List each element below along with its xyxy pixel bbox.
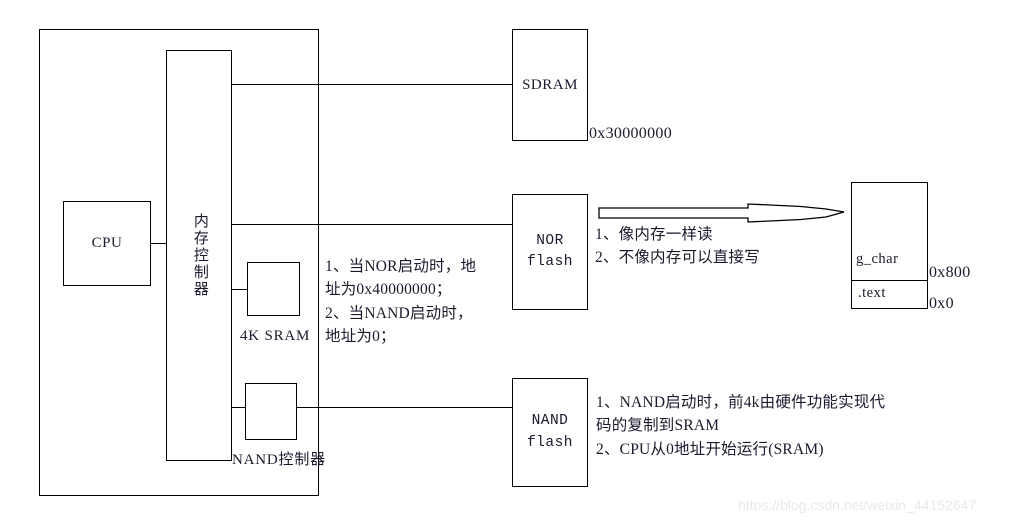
nand-flash-note-line3: 2、CPU从0地址开始运行(SRAM)	[596, 440, 824, 458]
wire-memctrl-to-sdram	[231, 84, 513, 86]
boot-address-note-line3: 2、当NAND启动时，	[325, 304, 473, 322]
wire-memctrl-to-nandctrl	[231, 407, 246, 409]
sram-box[interactable]	[247, 262, 300, 316]
nand-controller-box[interactable]	[245, 383, 297, 440]
watermark: https://blog.csdn.net/weixin_44152647	[738, 497, 977, 513]
nand-controller-label: NAND控制器	[232, 452, 326, 468]
sdram-box[interactable]: SDRAM	[512, 29, 588, 141]
boot-address-note-line1: 1、当NOR启动时，地	[325, 258, 477, 275]
memory-controller-box[interactable]: 内存控制器	[166, 50, 232, 461]
nor-flash-label: NOR flash	[527, 231, 573, 273]
nand-flash-line1: NAND	[531, 413, 569, 430]
nand-flash-line2: flash	[526, 434, 573, 451]
wire-nandctrl-to-nand-flash	[296, 407, 513, 409]
text-section-label: .text	[858, 285, 886, 301]
boot-address-note-line4: 地址为0；	[325, 327, 396, 345]
nand-flash-box[interactable]: NAND flash	[512, 378, 588, 487]
cpu-label: CPU	[91, 235, 123, 252]
gchar-bottom-address: 0x0	[929, 295, 954, 312]
nor-flash-line1: NOR	[536, 232, 564, 249]
gchar-label: g_char	[856, 251, 899, 267]
boot-address-note-line2: 址为0x40000000；	[325, 281, 452, 299]
wire-memctrl-to-sram	[231, 289, 248, 291]
wire-memctrl-to-nor	[231, 224, 513, 226]
gchar-top-address: 0x800	[929, 264, 971, 281]
memory-controller-label: 内存控制器	[191, 213, 208, 298]
wire-cpu-to-memctrl	[151, 243, 167, 245]
boot-address-note: 1、当NOR启动时，地 址为0x40000000； 2、当NAND启动时， 地址…	[325, 255, 476, 348]
nand-flash-label: NAND flash	[527, 411, 573, 453]
sdram-label: SDRAM	[522, 76, 578, 93]
memory-layout-divider	[851, 280, 928, 282]
diagram-canvas: CPU 内存控制器 4K SRAM NAND控制器 SDRAM 0x300000…	[0, 0, 1021, 525]
nor-flash-line2: flash	[526, 254, 573, 270]
sram-label: 4K SRAM	[240, 328, 311, 344]
nand-flash-note-line1: 1、NAND启动时，前4k由硬件功能实现代	[596, 394, 886, 411]
nor-flash-box[interactable]: NOR flash	[512, 194, 588, 310]
nor-to-memory-arrow	[598, 203, 845, 223]
nor-flash-note-line2: 2、不像内存可以直接写	[595, 249, 760, 267]
nor-flash-note-line1: 1、像内存一样读	[595, 226, 713, 243]
nand-flash-note: 1、NAND启动时，前4k由硬件功能实现代 码的复制到SRAM 2、CPU从0地…	[596, 391, 885, 461]
nor-flash-note: 1、像内存一样读 2、不像内存可以直接写	[595, 223, 760, 270]
cpu-box[interactable]: CPU	[63, 201, 151, 286]
sdram-address-label: 0x30000000	[589, 125, 672, 142]
nand-flash-note-line2: 码的复制到SRAM	[596, 417, 720, 435]
